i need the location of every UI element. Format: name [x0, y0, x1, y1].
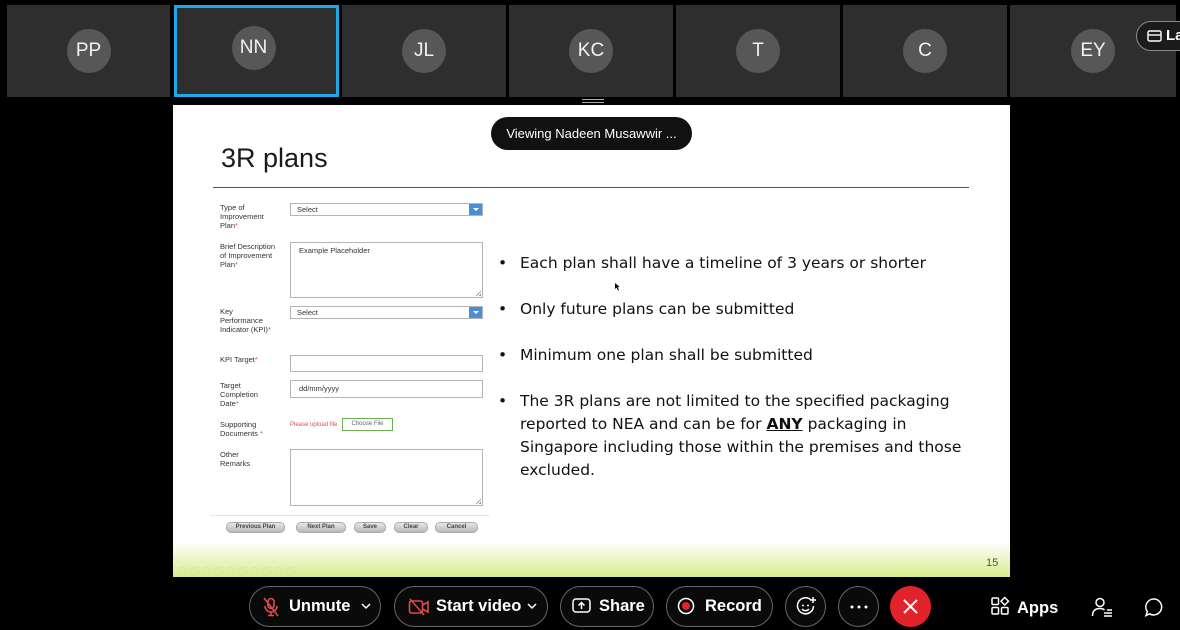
more-icon — [850, 605, 867, 608]
meeting-controls: Unmute Start video Share Record Apps — [0, 577, 1180, 630]
participant-tile[interactable]: EY — [1010, 5, 1176, 97]
record-icon — [677, 597, 695, 615]
form-label-kpi: Key Performance Indicator (KPI)* — [220, 307, 271, 334]
mouse-cursor-icon — [615, 283, 620, 291]
record-button[interactable]: Record — [666, 586, 773, 627]
more-options-button[interactable] — [838, 586, 879, 627]
description-placeholder: Example Placeholder — [299, 246, 370, 255]
unmute-button[interactable]: Unmute — [249, 586, 381, 627]
share-screen-icon — [572, 598, 591, 613]
participants-icon[interactable] — [1091, 597, 1113, 618]
bullet-text: Minimum one plan shall be submitted — [520, 346, 813, 364]
participant-tile[interactable]: C — [843, 5, 1007, 97]
slide-nav-dots — [178, 563, 298, 577]
description-textarea: Example Placeholder — [290, 242, 483, 298]
type-select-value: Select — [297, 205, 318, 214]
avatar: T — [736, 29, 780, 73]
date-placeholder: dd/mm/yyyy — [299, 384, 340, 393]
form-label-type: Type of Improvement Plan* — [220, 203, 264, 230]
participant-tile[interactable]: T — [676, 5, 840, 97]
form-label-description: Brief Description of Improvement Plan* — [220, 242, 276, 269]
clear-button: Clear — [394, 522, 428, 533]
form-button-row: Previous Plan Next Plan Save Clear Cance… — [210, 515, 490, 539]
previous-plan-button: Previous Plan — [226, 522, 285, 533]
chat-icon[interactable] — [1144, 597, 1165, 618]
share-button[interactable]: Share — [560, 586, 654, 627]
participant-tile-active[interactable]: NN — [174, 5, 339, 97]
chevron-down-icon[interactable] — [360, 600, 372, 612]
participant-tile[interactable]: JL — [342, 5, 506, 97]
resize-handle-icon — [475, 498, 481, 504]
form-label-date: Target Completion Date* — [220, 381, 258, 408]
participant-tile[interactable]: KC — [509, 5, 673, 97]
slide-page-number: 15 — [986, 557, 999, 569]
chevron-down-icon — [469, 204, 482, 215]
share-label: Share — [599, 597, 645, 615]
layout-icon — [1147, 30, 1162, 42]
cancel-button: Cancel — [435, 522, 478, 533]
viewing-share-banner[interactable]: Viewing Nadeen Musawwir ... — [491, 117, 692, 150]
slide-footer-band — [173, 542, 1010, 577]
bullet-text: Each plan shall have a timeline of 3 yea… — [520, 254, 926, 272]
kpi-select: Select — [290, 306, 483, 319]
avatar: EY — [1071, 29, 1115, 73]
start-video-label: Start video — [436, 597, 522, 615]
avatar: KC — [569, 29, 613, 73]
next-plan-button: Next Plan — [296, 522, 346, 533]
close-icon — [903, 599, 918, 614]
type-select: Select — [290, 203, 483, 216]
date-input: dd/mm/yyyy — [290, 380, 483, 398]
bullet-text: Only future plans can be submitted — [520, 300, 795, 318]
reactions-button[interactable] — [785, 586, 826, 627]
chevron-down-icon[interactable] — [526, 600, 538, 612]
resize-handle-icon — [475, 290, 481, 296]
upload-error-text: Please upload file — [290, 422, 338, 428]
form-label-documents: Supporting Documents * — [220, 420, 263, 438]
microphone-muted-icon — [263, 597, 279, 617]
form-label-remarks: Other Remarks — [220, 450, 251, 468]
emphasis-any: ANY — [766, 415, 803, 433]
unmute-label: Unmute — [289, 597, 351, 615]
start-video-button[interactable]: Start video — [394, 586, 548, 627]
layout-button[interactable]: La — [1136, 21, 1180, 51]
form-label-kpi-target: KPI Target* — [220, 355, 258, 364]
leave-meeting-button[interactable] — [890, 586, 931, 627]
avatar: C — [903, 29, 947, 73]
save-button: Save — [354, 522, 386, 533]
record-label: Record — [705, 597, 762, 615]
bullet-text: The 3R plans are not limited to the spec… — [520, 392, 962, 479]
layout-button-label: La — [1166, 27, 1180, 44]
kpi-target-input — [290, 355, 483, 372]
slide-title: 3R plans — [221, 143, 328, 173]
remarks-textarea — [290, 449, 483, 506]
title-divider — [213, 187, 969, 188]
participant-tile[interactable]: PP — [7, 5, 170, 97]
camera-off-icon — [408, 598, 429, 616]
chevron-down-icon — [469, 307, 482, 318]
resize-grip[interactable] — [582, 99, 604, 104]
participant-strip: PP NN JL KC T C EY La — [0, 0, 1180, 100]
apps-label: Apps — [1017, 599, 1059, 617]
apps-icon — [991, 596, 1010, 615]
kpi-select-value: Select — [297, 308, 318, 317]
apps-button[interactable]: Apps — [990, 596, 1058, 620]
shared-screen: 3R plans Viewing Nadeen Musawwir ... Typ… — [173, 105, 1010, 577]
emoji-reaction-icon — [796, 596, 816, 615]
avatar: JL — [402, 29, 446, 73]
avatar: NN — [231, 26, 276, 70]
choose-file-button: Choose File — [342, 418, 393, 431]
avatar: PP — [66, 29, 111, 73]
